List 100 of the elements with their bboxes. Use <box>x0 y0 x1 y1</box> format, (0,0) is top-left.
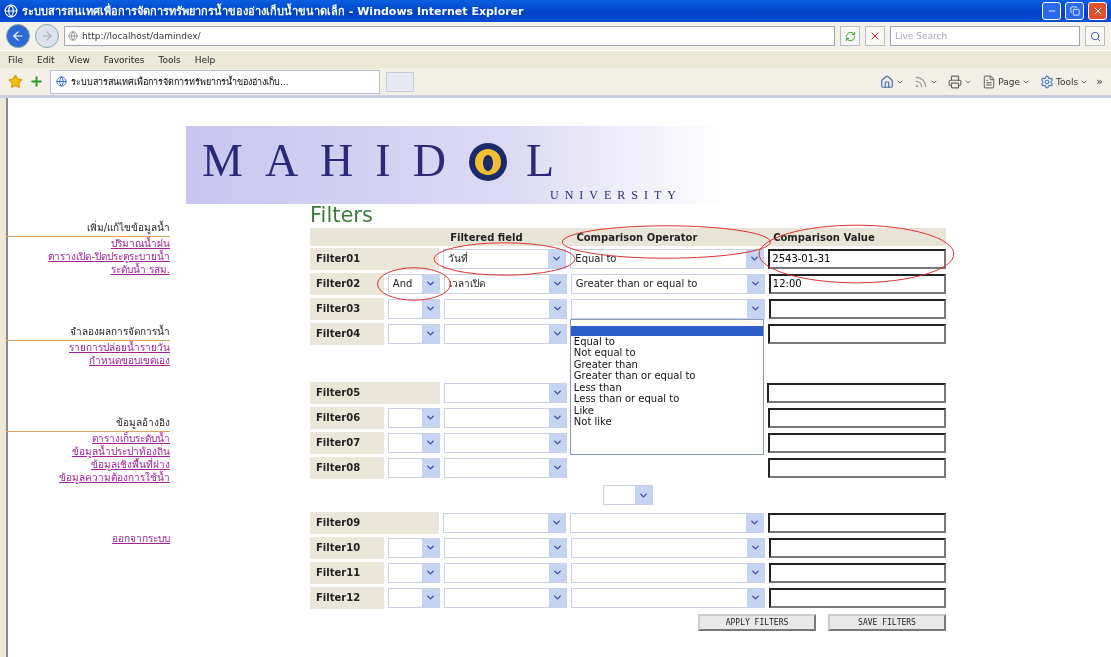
search-button[interactable] <box>1085 26 1105 46</box>
stop-button[interactable] <box>865 26 885 46</box>
page-button[interactable]: Page <box>980 74 1033 89</box>
dropdown-option[interactable]: Greater than or equal to <box>570 370 763 382</box>
field-dropdown[interactable] <box>444 457 568 478</box>
chevron-icon <box>422 458 440 477</box>
filter-label: Filter06 <box>310 406 385 429</box>
menu-item[interactable]: Favorites <box>103 54 145 65</box>
menu-item[interactable]: Edit <box>37 54 55 65</box>
url-text: http://localhost/damindex/ <box>82 31 201 41</box>
connector-dropdown[interactable] <box>388 432 441 453</box>
value-field[interactable] <box>767 407 946 428</box>
operator-dropdown[interactable]: Equal to <box>570 248 765 269</box>
value-field[interactable] <box>767 323 946 344</box>
connector-dropdown[interactable] <box>387 537 440 558</box>
field-dropdown[interactable] <box>443 587 567 608</box>
value-field[interactable]: 2543-01-31 <box>768 248 946 269</box>
sidebar-link[interactable]: ตารางเปิด-ปิดประตูระบายน้ำ <box>48 250 170 263</box>
filter-label: Filter07 <box>310 431 385 454</box>
browser-tab[interactable]: ระบบสารสนเทศเพื่อการจัดการทรัพยากรน้ำของอ่างเก็บ... <box>50 69 380 94</box>
field-dropdown[interactable] <box>443 562 567 583</box>
field-dropdown[interactable] <box>444 432 568 453</box>
field-dropdown[interactable] <box>443 298 567 319</box>
field-dropdown[interactable] <box>444 323 568 344</box>
dropdown-option[interactable]: Less than <box>570 381 763 393</box>
back-button[interactable] <box>6 24 30 48</box>
field-dropdown[interactable] <box>444 407 568 428</box>
menu-item[interactable]: View <box>68 54 90 65</box>
dropdown-option[interactable]: Greater than <box>570 358 763 370</box>
field-dropdown[interactable]: วันที่ <box>443 248 567 269</box>
blank-option[interactable] <box>570 325 763 336</box>
refresh-button[interactable] <box>840 26 860 46</box>
value-field[interactable] <box>768 587 946 608</box>
menu-item[interactable]: Help <box>194 54 216 65</box>
dropdown-option[interactable]: Not equal to <box>570 347 763 359</box>
column-header: Comparison Operator <box>570 231 764 243</box>
menu-item[interactable]: File <box>8 54 24 65</box>
connector-dropdown[interactable] <box>388 323 441 344</box>
chevron-icon <box>549 408 567 427</box>
sidebar-link[interactable]: ตารางเก็บระดับน้ำ <box>92 432 170 445</box>
menu-item[interactable]: Tools <box>158 54 181 65</box>
sidebar-link[interactable]: รายการปล่อยน้ำรายวัน <box>69 341 170 354</box>
address-field[interactable]: http://localhost/damindex/ <box>64 26 835 46</box>
field-dropdown[interactable] <box>443 537 567 558</box>
sidebar-link[interactable]: ข้อมูลน้ำประปาท้องถิ่น <box>72 445 170 458</box>
dropdown-option[interactable]: Like <box>570 404 763 416</box>
chevron-icon <box>549 433 567 452</box>
sidebar-link[interactable]: กำหนดขอบเขตเอง <box>89 354 170 367</box>
connector-dropdown[interactable] <box>387 587 440 608</box>
dropdown-option[interactable]: Equal to <box>570 335 763 347</box>
filter-label: Filter11 <box>310 561 384 584</box>
minimize-button[interactable] <box>1042 2 1061 20</box>
sidebar-link[interactable]: ระดับน้ำ รสม. <box>110 263 170 276</box>
new-tab-button[interactable] <box>386 71 414 92</box>
chevron-icon <box>548 588 566 607</box>
dropdown-option[interactable]: Not like <box>570 416 763 428</box>
filter-button[interactable]: APPLY FILTERS <box>698 614 816 631</box>
value-field[interactable] <box>767 432 946 453</box>
sidebar-link[interactable]: ข้อมูลเชิงพื้นที่ฝาง <box>91 458 170 471</box>
tools-button[interactable]: Tools <box>1038 74 1091 89</box>
chevron-icon <box>421 538 439 557</box>
window-title: ระบบสารสนเทศเพื่อการจัดการทรัพยากรน้ำของอ่างเก็บน้ำขนาดเล็ก - Windows Internet Explorer <box>22 2 525 20</box>
overflow-chevron[interactable]: » <box>1096 75 1103 88</box>
add-favorite-icon[interactable] <box>29 74 44 89</box>
filter-button[interactable]: SAVE FILTERS <box>828 614 946 631</box>
logout-link[interactable]: ออกจากระบบ <box>112 532 170 545</box>
stop-icon <box>869 30 881 42</box>
connector-dropdown[interactable] <box>387 298 440 319</box>
connector-dropdown[interactable] <box>387 562 440 583</box>
value-field[interactable] <box>767 382 946 403</box>
forward-button[interactable] <box>35 24 59 48</box>
dropdown-option[interactable]: Less than or equal to <box>570 393 763 405</box>
filter-label: Filter04 <box>310 322 385 345</box>
value-field[interactable] <box>767 457 946 478</box>
value-field[interactable] <box>768 512 946 533</box>
group-join-dropdown[interactable] <box>603 485 653 505</box>
sidebar-link[interactable]: ข้อมูลความต้องการใช้น้ำ <box>59 471 170 484</box>
maximize-button[interactable] <box>1065 2 1084 20</box>
star-icon[interactable] <box>8 74 23 89</box>
filter-label: Filter12 <box>310 586 384 609</box>
sidebar-link[interactable]: ปริมาณน้ำฝน <box>111 237 170 250</box>
field-dropdown[interactable]: เวลาเปิด <box>443 273 567 294</box>
connector-dropdown[interactable]: And <box>387 273 440 294</box>
field-dropdown[interactable] <box>444 382 567 403</box>
filter-label: Filter09 <box>310 511 440 534</box>
connector-dropdown[interactable] <box>388 407 441 428</box>
page-icon <box>56 76 67 87</box>
chevron-icon <box>421 588 439 607</box>
value-field[interactable] <box>768 562 946 583</box>
connector-dropdown[interactable] <box>388 457 441 478</box>
value-field[interactable] <box>768 298 946 319</box>
chevron-icon <box>746 274 764 293</box>
field-dropdown[interactable] <box>443 512 567 533</box>
close-button[interactable] <box>1088 2 1107 20</box>
column-header: Comparison Value <box>767 231 946 243</box>
value-field[interactable]: 12:00 <box>768 273 946 294</box>
filters-title: Filters <box>310 202 374 228</box>
operator-dropdown[interactable]: Greater than or equal to <box>570 273 765 294</box>
value-field[interactable] <box>768 537 946 558</box>
search-field[interactable]: Live Search <box>890 26 1080 46</box>
